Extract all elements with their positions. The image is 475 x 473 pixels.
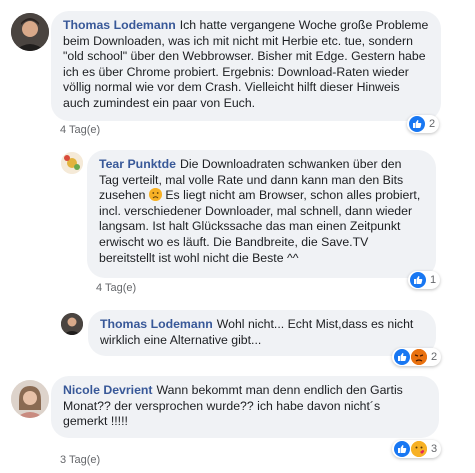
comment-bubble: Thomas Lodemann Ich hatte vergangene Woch… xyxy=(51,11,441,121)
reaction-summary[interactable]: 1 xyxy=(408,271,441,289)
comment-timestamp[interactable]: 3 Tag(e) xyxy=(60,454,100,466)
comment-bubble: Tear Punktde Die Downloadraten schwanken … xyxy=(87,150,436,278)
comment-author[interactable]: Nicole Devrient xyxy=(63,383,153,397)
comment-thomas-1: Thomas Lodemann Ich hatte vergangene Woch… xyxy=(0,0,475,140)
comment-thomas-2: Thomas Lodemann Wohl nicht... Echt Mist,d… xyxy=(0,305,475,366)
avatar[interactable] xyxy=(61,313,83,335)
reaction-count: 2 xyxy=(431,351,438,363)
angry-reaction-icon xyxy=(411,349,427,365)
care-reaction-icon xyxy=(411,441,427,457)
avatar[interactable] xyxy=(11,380,49,418)
comment-nicole-devrient: Nicole Devrient Wann bekommt man denn end… xyxy=(0,370,475,473)
reaction-count: 3 xyxy=(431,443,438,455)
comment-author[interactable]: Tear Punktde xyxy=(99,157,176,171)
avatar[interactable] xyxy=(61,152,83,174)
comment-timestamp[interactable]: 4 Tag(e) xyxy=(60,124,100,136)
reaction-summary[interactable]: 2 xyxy=(392,348,442,366)
reaction-count: 2 xyxy=(429,118,436,130)
like-reaction-icon xyxy=(410,272,426,288)
comment-author[interactable]: Thomas Lodemann xyxy=(100,317,213,331)
like-reaction-icon xyxy=(394,441,410,457)
comment-tear-punktde: Tear Punktde Die Downloadraten schwanken … xyxy=(0,140,475,300)
sad-face-emoji-icon xyxy=(148,188,162,202)
reaction-summary[interactable]: 2 xyxy=(407,115,440,133)
reaction-count: 1 xyxy=(430,274,437,286)
comment-author[interactable]: Thomas Lodemann xyxy=(63,18,176,32)
like-reaction-icon xyxy=(394,349,410,365)
avatar[interactable] xyxy=(11,13,49,51)
comment-timestamp[interactable]: 4 Tag(e) xyxy=(96,282,136,294)
reaction-summary[interactable]: 3 xyxy=(392,440,442,458)
comment-bubble: Nicole Devrient Wann bekommt man denn end… xyxy=(51,376,439,438)
like-reaction-icon xyxy=(409,116,425,132)
comment-bubble: Thomas Lodemann Wohl nicht... Echt Mist,d… xyxy=(88,310,436,356)
